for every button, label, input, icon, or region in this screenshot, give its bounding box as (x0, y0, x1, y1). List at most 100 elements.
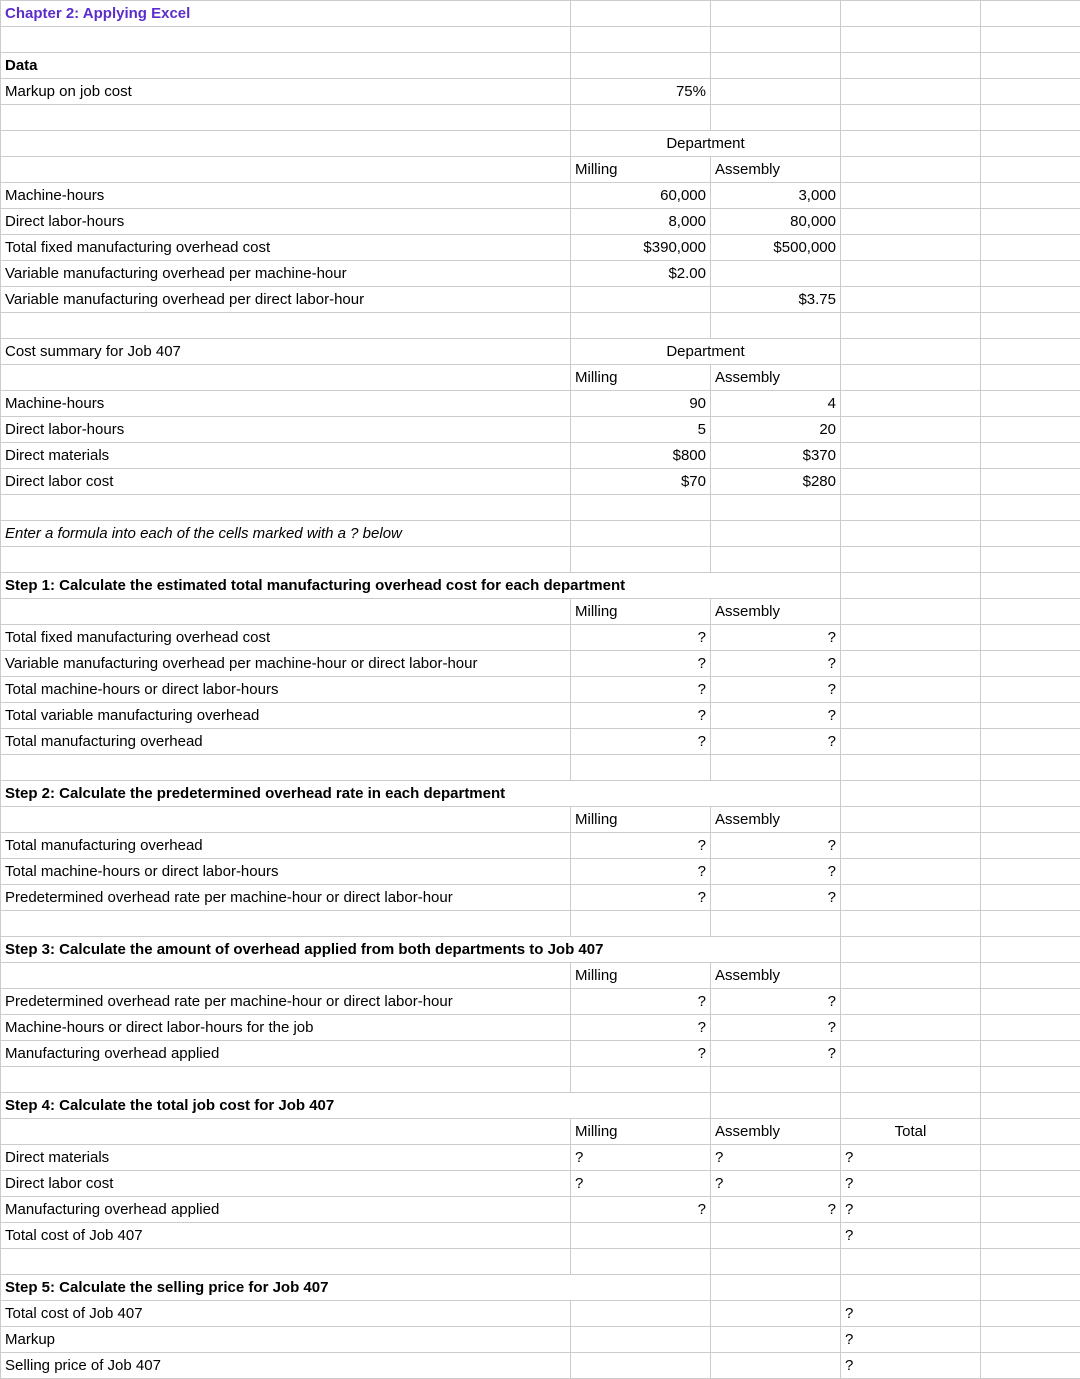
s4-moa: Manufacturing overhead applied (1, 1197, 571, 1223)
col-milling-2: Milling (571, 365, 711, 391)
value-tfmoc-assembly[interactable]: $500,000 (711, 235, 841, 261)
s1-tmh-milling[interactable]: ? (571, 677, 711, 703)
s1-tvmo-milling[interactable]: ? (571, 703, 711, 729)
s4-moa-assembly[interactable]: ? (711, 1197, 841, 1223)
s2-col-milling: Milling (571, 807, 711, 833)
value-tfmoc-milling[interactable]: $390,000 (571, 235, 711, 261)
s4-moa-total[interactable]: ? (841, 1197, 981, 1223)
step4-header: Step 4: Calculate the total job cost for… (1, 1093, 711, 1119)
s1-tvmo-assembly[interactable]: ? (711, 703, 841, 729)
s2-por-milling[interactable]: ? (571, 885, 711, 911)
s4-dm-total[interactable]: ? (841, 1145, 981, 1171)
s3-hours: Machine-hours or direct labor-hours for … (1, 1015, 571, 1041)
value-dlh-milling[interactable]: 8,000 (571, 209, 711, 235)
s4-tot-total[interactable]: ? (841, 1223, 981, 1249)
s2-tmo-assembly[interactable]: ? (711, 833, 841, 859)
header-department-2: Department (571, 339, 841, 365)
s1-tvmo: Total variable manufacturing overhead (1, 703, 571, 729)
s4-dlc-total[interactable]: ? (841, 1171, 981, 1197)
label-markup: Markup on job cost (1, 79, 571, 105)
value-vmo-dlh-assembly[interactable]: $3.75 (711, 287, 841, 313)
s1-tmo: Total manufacturing overhead (1, 729, 571, 755)
step5-header: Step 5: Calculate the selling price for … (1, 1275, 711, 1301)
s1-vmo-assembly[interactable]: ? (711, 651, 841, 677)
s4-col-milling: Milling (571, 1119, 711, 1145)
s1-tfmoc-milling[interactable]: ? (571, 625, 711, 651)
s4-dm: Direct materials (1, 1145, 571, 1171)
col-milling: Milling (571, 157, 711, 183)
s3-hours-milling[interactable]: ? (571, 1015, 711, 1041)
value-dlh-assembly[interactable]: 80,000 (711, 209, 841, 235)
value-job-dlh-assembly[interactable]: 20 (711, 417, 841, 443)
s2-tmh: Total machine-hours or direct labor-hour… (1, 859, 571, 885)
value-job-dlc-milling[interactable]: $70 (571, 469, 711, 495)
header-department: Department (571, 131, 841, 157)
s5-markup: Markup (1, 1327, 571, 1353)
s4-dm-assembly[interactable]: ? (711, 1145, 841, 1171)
label-job-dlh: Direct labor-hours (1, 417, 571, 443)
s2-tmh-milling[interactable]: ? (571, 859, 711, 885)
step1-header: Step 1: Calculate the estimated total ma… (1, 573, 841, 599)
page-title: Chapter 2: Applying Excel (1, 1, 571, 27)
s2-tmh-assembly[interactable]: ? (711, 859, 841, 885)
s3-moa-milling[interactable]: ? (571, 1041, 711, 1067)
s5-tot-val[interactable]: ? (841, 1301, 981, 1327)
s4-moa-milling[interactable]: ? (571, 1197, 711, 1223)
spreadsheet: Chapter 2: Applying Excel Data Markup on… (0, 0, 1080, 1379)
s4-dlc-milling[interactable]: ? (571, 1171, 711, 1197)
s4-dlc-assembly[interactable]: ? (711, 1171, 841, 1197)
s1-vmo: Variable manufacturing overhead per mach… (1, 651, 571, 677)
label-job-mh: Machine-hours (1, 391, 571, 417)
s5-tot: Total cost of Job 407 (1, 1301, 571, 1327)
s2-tmo: Total manufacturing overhead (1, 833, 571, 859)
value-vmo-mh-assembly[interactable] (711, 261, 841, 287)
s1-tmo-assembly[interactable]: ? (711, 729, 841, 755)
s1-tfmoc-assembly[interactable]: ? (711, 625, 841, 651)
s2-por-assembly[interactable]: ? (711, 885, 841, 911)
s4-dm-milling[interactable]: ? (571, 1145, 711, 1171)
s1-tmh-assembly[interactable]: ? (711, 677, 841, 703)
s1-tmh: Total machine-hours or direct labor-hour… (1, 677, 571, 703)
s1-vmo-milling[interactable]: ? (571, 651, 711, 677)
s5-sp: Selling price of Job 407 (1, 1353, 571, 1379)
label-job-dlc: Direct labor cost (1, 469, 571, 495)
s4-col-total: Total (841, 1119, 981, 1145)
s3-por: Predetermined overhead rate per machine-… (1, 989, 571, 1015)
label-vmo-mh: Variable manufacturing overhead per mach… (1, 261, 571, 287)
step2-header: Step 2: Calculate the predetermined over… (1, 781, 841, 807)
s3-hours-assembly[interactable]: ? (711, 1015, 841, 1041)
s2-col-assembly: Assembly (711, 807, 841, 833)
s5-sp-val[interactable]: ? (841, 1353, 981, 1379)
s3-moa-assembly[interactable]: ? (711, 1041, 841, 1067)
label-dlh: Direct labor-hours (1, 209, 571, 235)
label-vmo-dlh: Variable manufacturing overhead per dire… (1, 287, 571, 313)
s3-por-assembly[interactable]: ? (711, 989, 841, 1015)
value-job-mh-milling[interactable]: 90 (571, 391, 711, 417)
s5-markup-val[interactable]: ? (841, 1327, 981, 1353)
label-mh: Machine-hours (1, 183, 571, 209)
value-vmo-mh-milling[interactable]: $2.00 (571, 261, 711, 287)
value-mh-assembly[interactable]: 3,000 (711, 183, 841, 209)
s3-moa: Manufacturing overhead applied (1, 1041, 571, 1067)
s2-tmo-milling[interactable]: ? (571, 833, 711, 859)
s4-tot: Total cost of Job 407 (1, 1223, 571, 1249)
s1-tmo-milling[interactable]: ? (571, 729, 711, 755)
value-job-dm-milling[interactable]: $800 (571, 443, 711, 469)
label-cost-summary: Cost summary for Job 407 (1, 339, 571, 365)
value-vmo-dlh-milling[interactable] (571, 287, 711, 313)
value-job-dlc-assembly[interactable]: $280 (711, 469, 841, 495)
s1-tfmoc: Total fixed manufacturing overhead cost (1, 625, 571, 651)
label-job-dm: Direct materials (1, 443, 571, 469)
step3-header: Step 3: Calculate the amount of overhead… (1, 937, 841, 963)
value-job-mh-assembly[interactable]: 4 (711, 391, 841, 417)
value-job-dm-assembly[interactable]: $370 (711, 443, 841, 469)
value-markup[interactable]: 75% (571, 79, 711, 105)
section-data: Data (1, 53, 571, 79)
value-mh-milling[interactable]: 60,000 (571, 183, 711, 209)
col-assembly: Assembly (711, 157, 841, 183)
s3-col-milling: Milling (571, 963, 711, 989)
value-job-dlh-milling[interactable]: 5 (571, 417, 711, 443)
label-tfmoc: Total fixed manufacturing overhead cost (1, 235, 571, 261)
s4-dlc: Direct labor cost (1, 1171, 571, 1197)
s3-por-milling[interactable]: ? (571, 989, 711, 1015)
